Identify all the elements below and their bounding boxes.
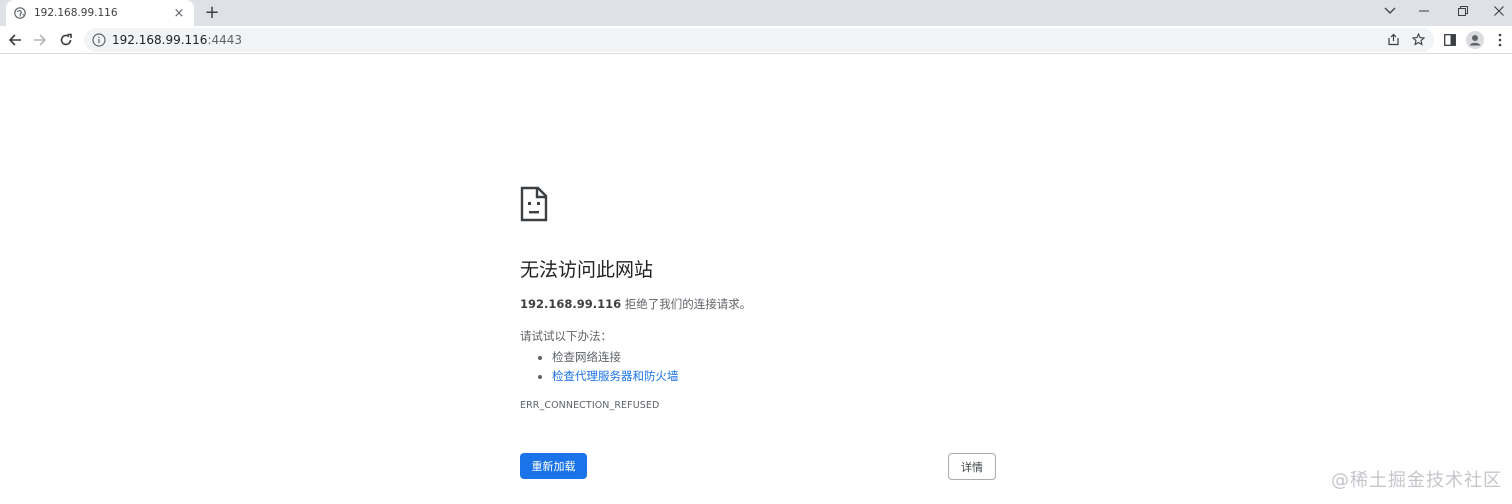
suggestion-text: 检查网络连接 <box>552 350 621 364</box>
proxy-firewall-link[interactable]: 检查代理服务器和防火墙 <box>552 369 679 383</box>
tab-title: 192.168.99.116 <box>34 7 118 19</box>
tab-close-icon[interactable]: × <box>172 6 186 20</box>
restore-icon[interactable] <box>1446 0 1480 22</box>
side-panel-icon[interactable] <box>1440 30 1460 50</box>
site-info-icon[interactable] <box>92 33 106 47</box>
error-host: 192.168.99.116 <box>520 297 622 311</box>
share-icon[interactable] <box>1384 30 1402 48</box>
watermark: @稀土掘金技术社区 <box>1331 470 1502 491</box>
globe-icon <box>14 7 26 19</box>
reload-icon[interactable] <box>56 30 76 50</box>
error-code: ERR_CONNECTION_REFUSED <box>520 400 660 411</box>
address-host: 192.168.99.116 <box>112 33 208 47</box>
new-tab-button[interactable]: + <box>202 3 222 23</box>
suggestions-label: 请试试以下办法： <box>520 329 612 343</box>
bookmark-star-icon[interactable] <box>1409 30 1427 48</box>
error-summary-text: 拒绝了我们的连接请求。 <box>621 297 752 311</box>
suggestions-list: 检查网络连接 检查代理服务器和防火墙 <box>520 348 1000 386</box>
back-arrow-icon[interactable] <box>5 30 25 50</box>
address-bar[interactable]: 192.168.99.116:4443 <box>84 28 1434 52</box>
minimize-icon[interactable] <box>1407 0 1441 22</box>
profile-avatar-icon[interactable] <box>1465 30 1485 50</box>
browser-toolbar: 192.168.99.116:4443 <box>0 26 1512 54</box>
error-summary: 192.168.99.116 拒绝了我们的连接请求。 <box>520 296 1000 312</box>
reload-button[interactable]: 重新加载 <box>520 453 587 479</box>
close-window-icon[interactable] <box>1482 0 1512 22</box>
tab-strip: 192.168.99.116 × + <box>0 0 1512 26</box>
menu-dots-icon[interactable] <box>1490 30 1510 50</box>
error-page-content: 无法访问此网站 192.168.99.116 拒绝了我们的连接请求。 请试试以下… <box>520 186 1000 411</box>
error-heading: 无法访问此网站 <box>520 259 654 281</box>
browser-tab[interactable]: 192.168.99.116 × <box>6 0 194 26</box>
details-button[interactable]: 详情 <box>948 453 996 480</box>
address-port: :4443 <box>207 33 243 47</box>
sad-page-icon <box>520 186 548 222</box>
tab-search-chevron-icon[interactable] <box>1373 0 1407 22</box>
suggestion-check-proxy-firewall: 检查代理服务器和防火墙 <box>552 367 1000 386</box>
suggestion-check-network: 检查网络连接 <box>552 348 1000 367</box>
forward-arrow-icon[interactable] <box>30 30 50 50</box>
